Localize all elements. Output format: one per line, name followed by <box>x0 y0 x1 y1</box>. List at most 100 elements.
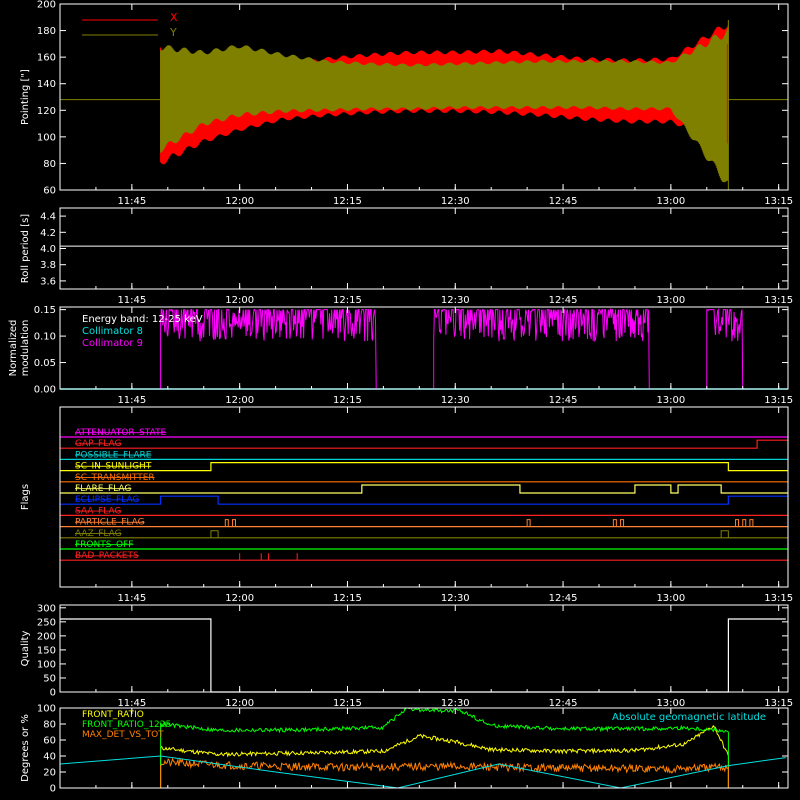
flag-line <box>60 439 788 449</box>
roll_period-xtick-label: 13:00 <box>656 295 685 306</box>
flag-line <box>60 495 788 505</box>
quality-ytick-label: 300 <box>37 603 56 614</box>
modulation-plot: Energy band: 12-25 keVCollimator 8Collim… <box>60 307 788 390</box>
pointing-ytick-label: 100 <box>37 132 56 143</box>
front_ratio-ytick-label: 0 <box>50 784 56 795</box>
flag-line <box>60 462 788 472</box>
pointing-ytick-label: 180 <box>37 26 56 37</box>
flag-line <box>60 484 788 494</box>
pointing-ytick-label: 60 <box>43 186 56 197</box>
roll_period-ytick-label: 3.8 <box>40 260 56 271</box>
quality-xtick-label: 11:45 <box>117 698 146 709</box>
flags-plot: ATTENUATOR_STATEGAP_FLAGPOSSIBLE_FLARESC… <box>60 428 788 561</box>
modulation-ytick-label: 0.15 <box>34 305 56 316</box>
quality-ytick-label: 0 <box>50 688 56 699</box>
flags-xtick-label: 12:00 <box>225 593 254 604</box>
quality-ytick-label: 50 <box>43 673 56 684</box>
roll_period-xtick-label: 12:15 <box>333 295 362 306</box>
front_ratio-ytick-label: 60 <box>43 736 56 747</box>
particle-blip <box>231 519 236 527</box>
front-ratio-legend-2: FRONT_RATIO_1225 <box>82 720 171 730</box>
pointing-ytick-label: 80 <box>43 159 56 170</box>
modulation-legend-energy: Energy band: 12-25 keV <box>82 314 203 325</box>
pointing-ytick-label: 140 <box>37 79 56 90</box>
front_ratio-ytick-label: 80 <box>43 720 56 731</box>
pointing-xtick-label: 11:45 <box>117 196 146 207</box>
pointing-xtick-label: 13:00 <box>656 196 685 207</box>
flags-xtick-label: 13:15 <box>764 593 793 604</box>
flags-xtick-label: 13:00 <box>656 593 685 604</box>
flags-xtick-label: 12:45 <box>549 593 578 604</box>
modulation-ytick-label: 0.10 <box>34 332 56 343</box>
particle-blip <box>526 519 531 527</box>
modulation-legend-collimator-8: Collimator 8 <box>82 326 143 337</box>
roll_period-ylabel: Roll period [s] <box>20 214 31 283</box>
roll_period-xtick-label: 12:30 <box>441 295 470 306</box>
geomagnetic-latitude-label: Absolute geomagnetic latitude <box>612 712 766 723</box>
pointing-xtick-label: 12:45 <box>549 196 578 207</box>
roll_period-ytick-label: 4.4 <box>40 212 56 223</box>
quality-frame <box>59 604 789 693</box>
front_ratio-ytick-label: 40 <box>43 752 56 763</box>
quality-xtick-label: 12:00 <box>225 698 254 709</box>
roll_period-xtick-label: 11:45 <box>117 295 146 306</box>
quality-ytick-label: 200 <box>37 631 56 642</box>
front-ratio-legend-1: FRONT_RATIO <box>82 710 144 720</box>
quality-line <box>60 618 786 693</box>
modulation-ytick-label: 0.00 <box>34 385 56 396</box>
pointing-xtick-label: 12:30 <box>441 196 470 207</box>
particle-blip <box>735 519 740 527</box>
pointing-ytick-label: 200 <box>37 0 56 11</box>
particle-blip <box>742 519 747 527</box>
collimator-9-line <box>160 307 744 390</box>
legend-label-x: X <box>170 11 178 24</box>
flags-xtick-label: 12:30 <box>441 593 470 604</box>
modulation-ytick-label: 0.05 <box>34 358 56 369</box>
front-ratio-legend-3: MAX_DET_VS_TOT <box>82 730 164 740</box>
modulation-xtick-label: 12:15 <box>333 395 362 406</box>
front_ratio-ylabel: Degrees or % <box>20 714 31 782</box>
pointing-xtick-label: 13:15 <box>764 196 793 207</box>
modulation-xtick-label: 12:30 <box>441 395 470 406</box>
pointing-xtick-label: 12:15 <box>333 196 362 207</box>
particle-blip <box>224 519 229 527</box>
quality-xtick-label: 12:45 <box>549 698 578 709</box>
particle-blip <box>612 519 617 527</box>
legend-label-y: Y <box>169 26 177 39</box>
roll_period-frame <box>59 207 789 290</box>
front-ratio-plot: FRONT_RATIOFRONT_RATIO_1225MAX_DET_VS_TO… <box>59 707 786 789</box>
flags-ylabel: Flags <box>20 484 31 510</box>
quality-ytick-label: 100 <box>37 659 56 670</box>
modulation-ylabel-2: modulation <box>20 320 31 377</box>
pointing-plot: XY <box>60 11 788 190</box>
roll_period-xtick-label: 12:45 <box>549 295 578 306</box>
modulation-xtick-label: 13:15 <box>764 395 793 406</box>
modulation-xtick-label: 13:00 <box>656 395 685 406</box>
modulation-legend-collimator-9: Collimator 9 <box>82 338 143 349</box>
quality-ylabel: Quality <box>20 631 31 667</box>
particle-blip <box>620 519 625 527</box>
summary-plot-canvas: XY 11:45 12:00 12:15 12:30 12:45 13:00 13:15 60 8… <box>8 0 793 795</box>
pointing-ytick-label: 120 <box>37 106 56 117</box>
pointing-series-y <box>160 27 729 183</box>
pointing-xtick-label: 12:00 <box>225 196 254 207</box>
quality-xtick-label: 13:00 <box>656 698 685 709</box>
quality-xtick-label: 12:15 <box>333 698 362 709</box>
roll_period-xtick-label: 12:00 <box>225 295 254 306</box>
front_ratio-ytick-label: 100 <box>37 704 56 715</box>
roll_period-ytick-label: 4.0 <box>40 244 56 255</box>
front-ratio-series <box>160 724 729 788</box>
pointing-ytick-label: 160 <box>37 53 56 64</box>
quality-ytick-label: 150 <box>37 645 56 656</box>
aaz-blip <box>720 530 729 538</box>
modulation-xtick-label: 12:00 <box>225 395 254 406</box>
quality-xtick-label: 13:15 <box>764 698 793 709</box>
particle-blip <box>749 519 754 527</box>
modulation-xtick-label: 11:45 <box>117 395 146 406</box>
flags-xtick-label: 12:15 <box>333 593 362 604</box>
modulation-ylabel-1: Normalized <box>8 320 19 377</box>
flags-xtick-label: 11:45 <box>117 593 146 604</box>
quality-ytick-label: 250 <box>37 617 56 628</box>
pointing-ylabel: Pointing ["] <box>20 69 31 125</box>
modulation-xtick-label: 12:45 <box>549 395 578 406</box>
